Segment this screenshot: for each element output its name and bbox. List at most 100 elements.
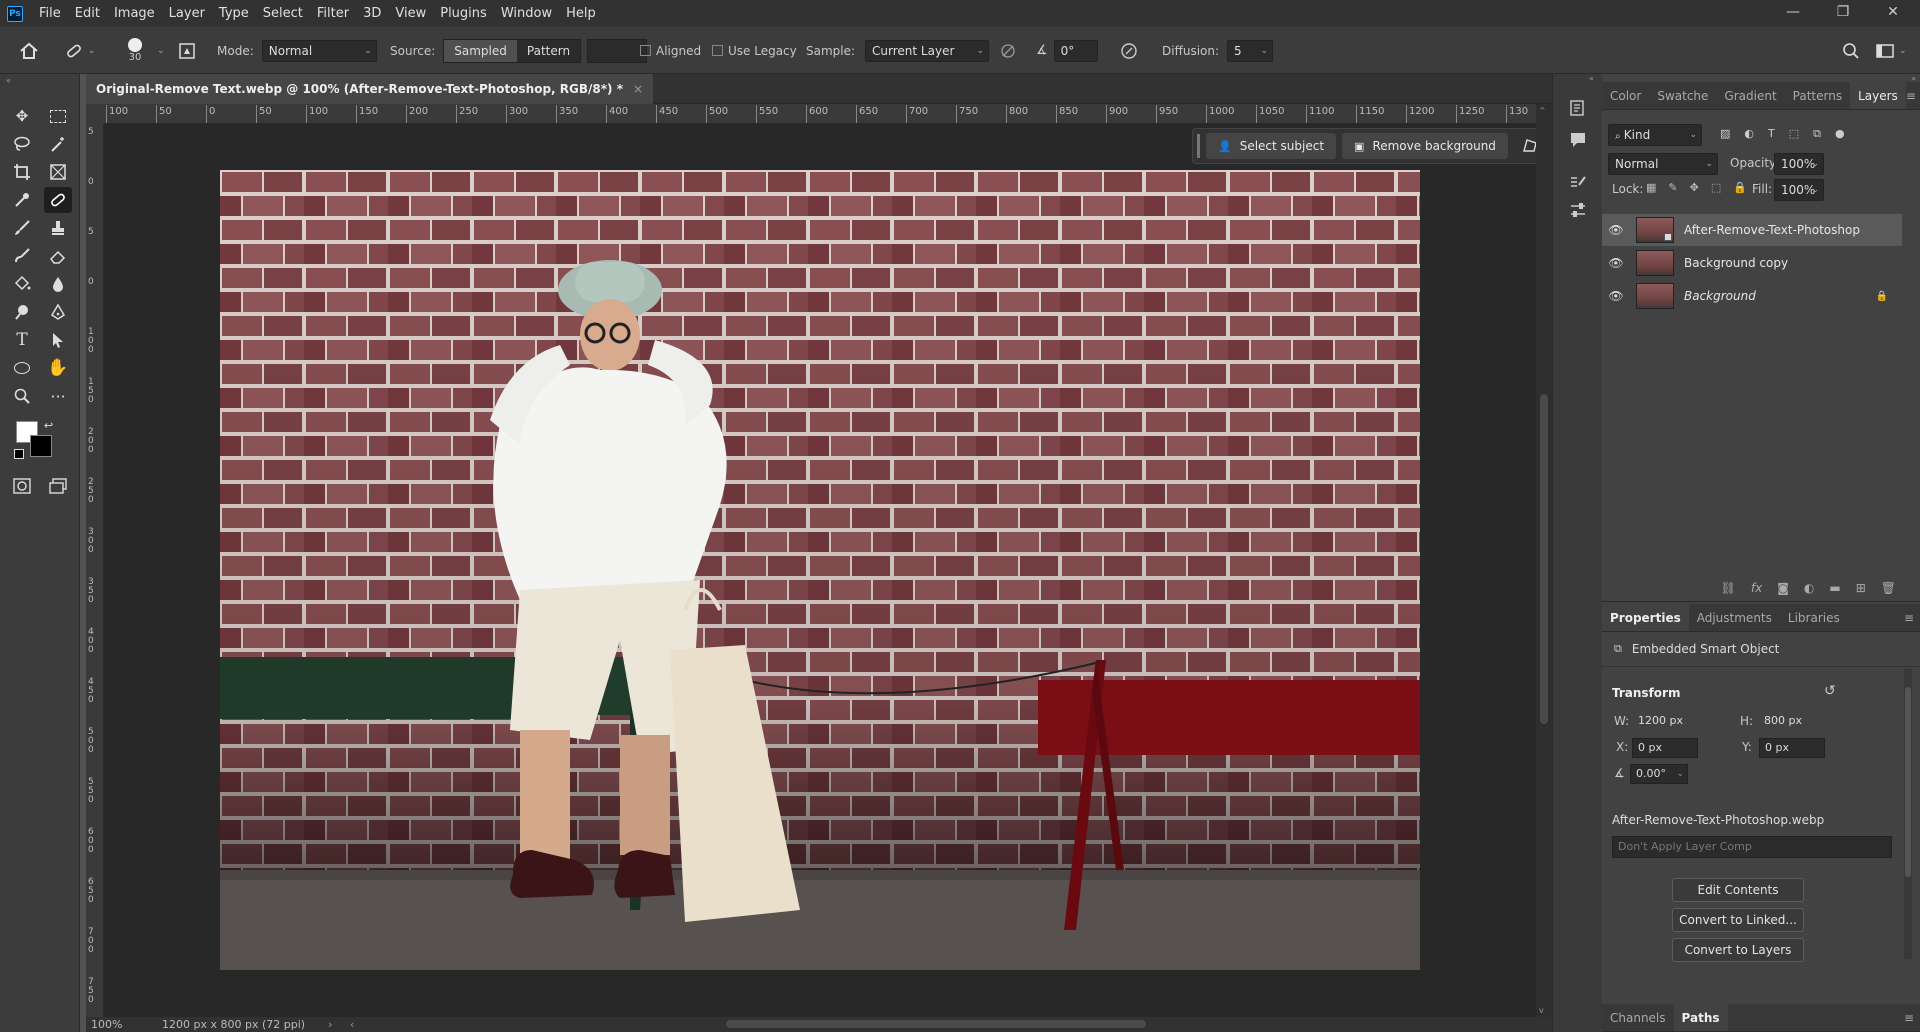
info-menu-icon[interactable]: › [328, 1017, 332, 1032]
tab-gradient[interactable]: Gradient [1716, 82, 1784, 109]
search-icon[interactable] [1842, 27, 1860, 74]
panel-menu-icon[interactable]: ≡ [1904, 1004, 1914, 1031]
menu-type[interactable]: Type [212, 0, 256, 27]
mode-select[interactable]: Normal ⌄ [261, 39, 377, 62]
close-button[interactable]: ✕ [1868, 0, 1918, 27]
drag-handle[interactable] [1197, 134, 1200, 158]
layer-comp-select[interactable]: Don't Apply Layer Comp [1612, 836, 1892, 858]
tab-paths[interactable]: Paths [1673, 1004, 1728, 1031]
fx-icon[interactable]: fx [1751, 581, 1762, 595]
adjustments-panel-icon[interactable] [1568, 200, 1588, 223]
type-tool-icon[interactable]: T [8, 327, 36, 353]
brush-settings-icon[interactable] [178, 27, 196, 74]
menu-file[interactable]: File [32, 0, 68, 27]
shape-filter-icon[interactable]: ⬚ [1789, 127, 1799, 141]
brush-settings-panel-icon[interactable] [1568, 174, 1588, 197]
document-image[interactable] [220, 170, 1420, 970]
clone-stamp-tool-icon[interactable] [44, 215, 72, 241]
lock-transparency-icon[interactable]: ▦ [1646, 181, 1656, 194]
diffusion-field[interactable]: 5 ⌄ [1227, 39, 1274, 62]
properties-scrollbar[interactable] [1904, 669, 1912, 959]
pattern-picker[interactable] [587, 38, 648, 63]
smart-object-filter-icon[interactable]: ⧉ [1813, 127, 1821, 141]
hand-tool-icon[interactable]: ✋ [44, 355, 72, 381]
comments-panel-icon[interactable] [1568, 130, 1588, 153]
expand-panels-icon[interactable]: « [1589, 74, 1594, 83]
default-colors-icon[interactable] [14, 449, 24, 459]
marquee-tool-icon[interactable] [44, 103, 72, 129]
new-adjustment-layer-icon[interactable]: ◐ [1804, 581, 1814, 595]
swap-colors-icon[interactable]: ↩ [44, 419, 53, 432]
screen-mode-icon[interactable] [44, 473, 72, 499]
eyedropper-tool-icon[interactable] [8, 187, 36, 213]
healing-brush-tool-icon[interactable] [44, 187, 72, 213]
vertical-scroll-thumb[interactable] [1540, 394, 1548, 724]
remove-background-button[interactable]: ▣ Remove background [1342, 133, 1508, 159]
restore-button[interactable]: ❐ [1818, 0, 1868, 27]
minimize-button[interactable]: — [1768, 0, 1818, 27]
brush-size-picker[interactable]: 30 [128, 27, 142, 74]
tab-adjustments[interactable]: Adjustments [1689, 604, 1780, 631]
lasso-tool-icon[interactable] [8, 131, 36, 157]
eraser-tool-icon[interactable] [44, 243, 72, 269]
workspace-icon[interactable]: ⌄ [1876, 27, 1907, 74]
new-layer-icon[interactable]: ⊞ [1856, 581, 1866, 595]
eye-icon[interactable]: 👁 [1602, 223, 1630, 237]
history-brush-tool-icon[interactable] [8, 243, 36, 269]
menu-image[interactable]: Image [107, 0, 162, 27]
close-tab-icon[interactable]: × [633, 82, 643, 96]
document-tab[interactable]: Original-Remove Text.webp @ 100% (After-… [86, 74, 654, 104]
pixel-filter-icon[interactable]: ▨ [1720, 127, 1730, 141]
crop-tool-icon[interactable] [8, 159, 36, 185]
y-position-field[interactable]: 0 px [1759, 738, 1825, 758]
tab-channels[interactable]: Channels [1602, 1004, 1674, 1031]
brush-tool-icon[interactable] [8, 215, 36, 241]
fill-field[interactable]: 100% ⌄ [1774, 179, 1824, 201]
menu-help[interactable]: Help [559, 0, 603, 27]
lock-all-icon[interactable]: 🔒 [1733, 181, 1747, 194]
tab-layers[interactable]: Layers [1850, 82, 1906, 109]
add-mask-icon[interactable]: ◙ [1777, 581, 1789, 595]
delete-layer-icon[interactable]: 🗑 [1881, 581, 1896, 595]
collapse-toolbar-icon[interactable]: « [6, 76, 11, 85]
aligned-checkbox[interactable] [640, 45, 651, 56]
ellipse-tool-icon[interactable] [8, 355, 36, 381]
width-value[interactable]: 1200 px [1638, 714, 1683, 727]
properties-scroll-thumb[interactable] [1905, 687, 1911, 877]
lock-pixels-icon[interactable]: ✎ [1668, 181, 1677, 194]
move-tool-icon[interactable]: ✥ [8, 103, 36, 129]
eye-icon[interactable]: 👁 [1602, 289, 1630, 303]
blend-mode-select[interactable]: Normal ⌄ [1608, 153, 1718, 175]
zoom-tool-icon[interactable] [8, 383, 36, 409]
tab-patterns[interactable]: Patterns [1785, 82, 1850, 109]
scroll-left-icon[interactable]: ‹ [350, 1017, 354, 1032]
menu-plugins[interactable]: Plugins [433, 0, 494, 27]
opacity-field[interactable]: 100% ⌄ [1774, 153, 1824, 175]
layer-row[interactable]: 👁 Background copy [1602, 247, 1902, 279]
horizontal-scroll-thumb[interactable] [726, 1020, 1146, 1028]
chevron-up-icon[interactable]: ^ [1539, 106, 1546, 115]
layer-row[interactable]: 👁 After-Remove-Text-Photoshop [1602, 214, 1902, 246]
menu-window[interactable]: Window [494, 0, 559, 27]
chevron-down-icon[interactable]: v [1539, 1006, 1544, 1015]
home-icon[interactable] [18, 27, 40, 74]
layer-filter-select[interactable]: ⌕ Kind ⌄ [1608, 124, 1702, 146]
tab-properties[interactable]: Properties [1602, 604, 1689, 631]
reset-transform-icon[interactable]: ↺ [1824, 683, 1836, 699]
paint-bucket-tool-icon[interactable] [8, 271, 36, 297]
panel-menu-icon[interactable]: ≡ [1906, 82, 1916, 109]
zoom-level[interactable]: 100% [91, 1017, 122, 1032]
new-group-icon[interactable]: ▬ [1829, 581, 1840, 595]
lock-artboard-icon[interactable]: ⬚ [1711, 181, 1721, 194]
use-legacy-checkbox[interactable] [712, 45, 723, 56]
type-filter-icon[interactable]: T [1768, 127, 1775, 141]
adjustment-filter-icon[interactable]: ◐ [1744, 127, 1754, 141]
tab-color[interactable]: Color [1602, 82, 1649, 109]
pressure-size-icon[interactable] [1120, 27, 1138, 74]
dodge-tool-icon[interactable] [8, 299, 36, 325]
background-color-swatch[interactable] [30, 435, 52, 457]
x-position-field[interactable]: 0 px [1632, 738, 1698, 758]
pen-tool-icon[interactable] [44, 299, 72, 325]
canvas-area[interactable]: 👤Select subject ▣Remove background ··· [104, 124, 1622, 1017]
layer-row[interactable]: 👁 Background 🔒 [1602, 280, 1902, 312]
